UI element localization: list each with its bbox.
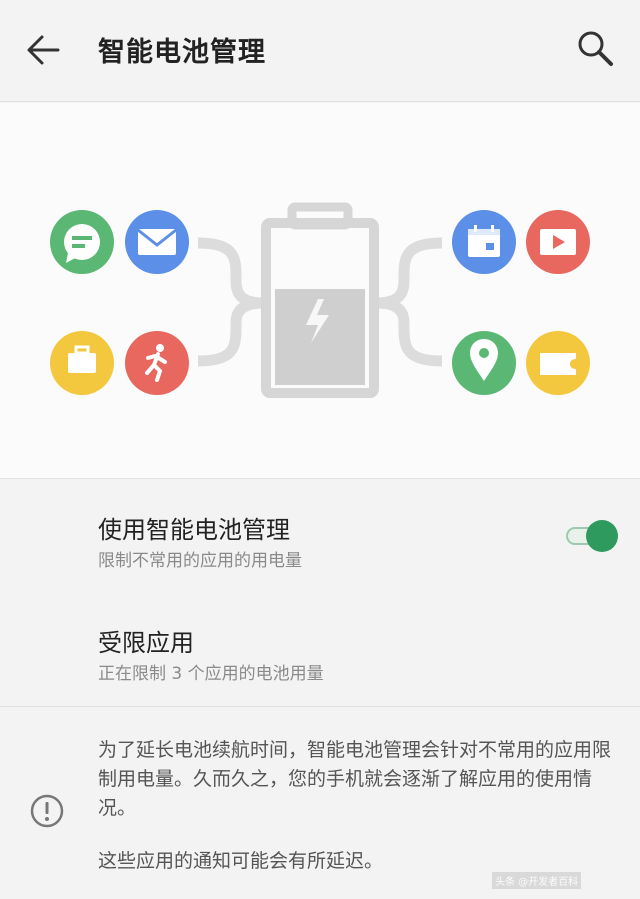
location-icon (452, 331, 516, 395)
briefcase-icon (50, 331, 114, 395)
arrow-left-icon (27, 35, 60, 65)
back-button[interactable] (20, 28, 68, 72)
search-icon (578, 31, 613, 66)
info-section: 为了延长电池续航时间，智能电池管理会针对不常用的应用限制用电量。久而久之，您的手… (0, 708, 640, 899)
restricted-apps-subtitle: 正在限制 3 个应用的电池用量 (98, 664, 324, 684)
battery-illustration (0, 103, 640, 479)
page-title: 智能电池管理 (98, 37, 266, 68)
battery-charging-icon (261, 202, 379, 398)
smart-battery-setting[interactable]: 使用智能电池管理 限制不常用的应用的用电量 (0, 480, 640, 590)
toggle-thumb (586, 520, 618, 552)
smart-battery-subtitle: 限制不常用的应用的用电量 (98, 551, 302, 571)
video-icon (526, 210, 590, 274)
search-button[interactable] (572, 26, 618, 72)
smart-battery-toggle[interactable] (564, 518, 620, 552)
info-description: 为了延长电池续航时间，智能电池管理会针对不常用的应用限制用电量。久而久之，您的手… (98, 739, 612, 819)
restricted-apps-title: 受限应用 (98, 629, 194, 657)
app-bar: 智能电池管理 (0, 0, 640, 102)
ticket-icon (526, 331, 590, 395)
restricted-apps-setting[interactable]: 受限应用 正在限制 3 个应用的电池用量 (0, 595, 640, 707)
running-icon (125, 331, 189, 395)
connector-lines-left (197, 237, 265, 367)
info-note: 这些应用的通知可能会有所延迟。 (98, 850, 384, 872)
mail-icon (125, 210, 189, 274)
watermark: 头条 @开发者百科 (492, 872, 582, 889)
info-circle-icon (30, 794, 64, 828)
calendar-icon (452, 210, 516, 274)
connector-lines-right (375, 237, 443, 367)
message-icon (50, 210, 114, 274)
smart-battery-title: 使用智能电池管理 (98, 516, 290, 544)
